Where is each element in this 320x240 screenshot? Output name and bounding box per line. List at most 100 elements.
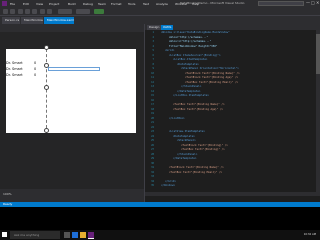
line-number: 35: [151, 184, 154, 187]
menu-build[interactable]: Build: [68, 2, 76, 6]
line-number: 19: [151, 112, 154, 115]
email-textbox[interactable]: [48, 67, 100, 71]
list-item[interactable]: Dr. Smart 0: [6, 61, 136, 66]
grid-adorner-icon[interactable]: [44, 85, 49, 90]
menu-tools[interactable]: Tools: [128, 2, 135, 6]
line-number: 3: [152, 40, 154, 43]
redo-icon[interactable]: [47, 9, 52, 14]
scrollbar-thumb[interactable]: [316, 34, 320, 74]
code-line[interactable]: <TextBox Text="{Binding Email}" />: [169, 171, 222, 174]
start-icon[interactable]: [94, 9, 104, 14]
visual-studio-taskbar-icon[interactable]: [88, 232, 94, 239]
code-line[interactable]: <TextBox Text="{Binding Age}" />: [173, 108, 223, 111]
tab-mainwindow-xaml[interactable]: MainWindow.xaml: [44, 17, 74, 24]
windows-start-icon[interactable]: [2, 232, 7, 237]
line-number: 18: [151, 107, 154, 111]
code-line[interactable]: <DataTemplate>: [173, 135, 195, 138]
code-line[interactable]: <TextBlock Text="{Binding Name}" />: [185, 72, 240, 75]
open-icon[interactable]: [25, 9, 30, 14]
maximize-button[interactable]: □: [311, 0, 315, 5]
menu-test[interactable]: Test: [143, 2, 149, 6]
menu-analyze[interactable]: Analyze: [156, 2, 168, 6]
editor-tab-bar: Design XAML: [145, 24, 320, 30]
line-number: 33: [151, 175, 154, 178]
line-number: 28: [151, 152, 154, 156]
minimize-button[interactable]: —: [306, 0, 310, 5]
cortana-search-input[interactable]: Ask me anything: [10, 231, 60, 239]
code-line[interactable]: </Grid>: [165, 180, 176, 183]
window-preview[interactable]: Dr. Smart 0 Dr. Smart 0 Dr. Smart 0: [6, 49, 136, 133]
new-file-icon[interactable]: [18, 9, 23, 14]
quick-launch-input[interactable]: [258, 1, 304, 6]
line-number: 22: [151, 125, 154, 129]
line-number: 32: [151, 170, 154, 174]
line-number: 2: [152, 35, 154, 39]
list-item[interactable]: Dr. Smart 0: [6, 67, 136, 72]
line-number: 30: [151, 161, 154, 165]
code-line[interactable]: </DataTemplate>: [177, 90, 200, 93]
horizontal-scrollbar[interactable]: [145, 192, 320, 196]
code-line[interactable]: <StackPanel Orientation="Horizontal">: [181, 67, 239, 70]
edge-icon[interactable]: [72, 232, 78, 238]
grid-adorner-icon[interactable]: [44, 63, 49, 68]
line-number: 26: [151, 143, 154, 147]
menu-file[interactable]: File: [10, 2, 15, 6]
code-line[interactable]: <ListBox ItemsSource="{Binding}">: [169, 54, 221, 57]
menu-edit[interactable]: Edit: [23, 2, 29, 6]
code-line[interactable]: </ListBox.ItemTemplate>: [173, 94, 209, 97]
config-dropdown[interactable]: [58, 9, 72, 14]
close-button[interactable]: ✕: [316, 0, 319, 5]
clock[interactable]: 10:32 AM: [304, 233, 316, 236]
code-line[interactable]: <TextBlock Text="{Binding}" />: [181, 144, 228, 147]
menu-project[interactable]: Project: [49, 2, 59, 6]
line-number: 7: [152, 58, 154, 61]
line-number: 10: [151, 71, 154, 75]
code-line[interactable]: <ListView.ItemTemplate>: [169, 130, 205, 133]
code-line[interactable]: <TextBlock Text="{Binding Age}" />: [185, 76, 238, 79]
code-line[interactable]: </StackPanel>: [177, 153, 197, 156]
line-number: 14: [151, 89, 154, 93]
code-line[interactable]: <TextBox Text="{Binding Name}" />: [173, 103, 225, 106]
code-line[interactable]: xmlns="http://schemas...": [169, 36, 208, 39]
tab-mainwindow-xaml-cs[interactable]: MainWindow.xaml.cs: [21, 17, 43, 24]
age-text: 0: [34, 67, 37, 71]
code-line[interactable]: <ListBox.ItemTemplate>: [173, 58, 207, 61]
line-number: 9: [152, 67, 154, 70]
menu-view[interactable]: View: [36, 2, 43, 6]
name-text: Dr. Smart: [6, 61, 23, 65]
zoom-level[interactable]: 100%: [3, 192, 12, 196]
list-item[interactable]: Dr. Smart 0: [6, 73, 136, 78]
menu-format[interactable]: Format: [111, 2, 122, 6]
line-number: 15: [151, 94, 154, 97]
grid-adorner-icon[interactable]: [44, 45, 49, 50]
code-line[interactable]: <TextBox Text="{Binding Email}" />: [185, 81, 238, 84]
menu-team[interactable]: Team: [98, 2, 106, 6]
name-text: Dr. Smart: [6, 73, 23, 77]
file-explorer-icon[interactable]: [80, 232, 86, 238]
save-icon[interactable]: [32, 9, 37, 14]
forward-icon[interactable]: [10, 9, 15, 14]
tab-person-cs[interactable]: Person.cs: [2, 17, 20, 24]
code-line[interactable]: </DataTemplate>: [173, 157, 196, 160]
code-line[interactable]: </ListBox>: [169, 117, 185, 120]
code-line[interactable]: </Window>: [161, 184, 175, 187]
outline-margin: [155, 30, 160, 192]
line-number: 5: [152, 49, 154, 52]
code-line[interactable]: <StackPanel>: [177, 139, 196, 142]
platform-dropdown[interactable]: [76, 9, 90, 14]
grid-adorner-icon[interactable]: [44, 128, 49, 133]
grid-column-divider[interactable]: [46, 49, 47, 133]
code-line[interactable]: </StackPanel>: [181, 85, 201, 88]
code-line[interactable]: <TextBlock Text="{Binding Name}" />: [169, 166, 224, 169]
code-line[interactable]: Title="MainWindow" Height="350": [169, 45, 217, 48]
undo-icon[interactable]: [40, 9, 45, 14]
task-view-icon[interactable]: [64, 232, 70, 238]
code-line[interactable]: <DataTemplate>: [177, 63, 199, 66]
menu-debug[interactable]: Debug: [83, 2, 93, 6]
code-line[interactable]: <Window x:Class="DataBindingDemo.MainWin…: [161, 31, 230, 34]
tab-xaml[interactable]: XAML: [161, 25, 174, 30]
code-line[interactable]: xmlns:x="http://schemas...": [169, 40, 211, 43]
code-line[interactable]: <Grid>: [165, 49, 174, 52]
back-icon[interactable]: [3, 9, 8, 14]
code-line[interactable]: <TextBox Text="{Binding}" />: [181, 148, 225, 151]
